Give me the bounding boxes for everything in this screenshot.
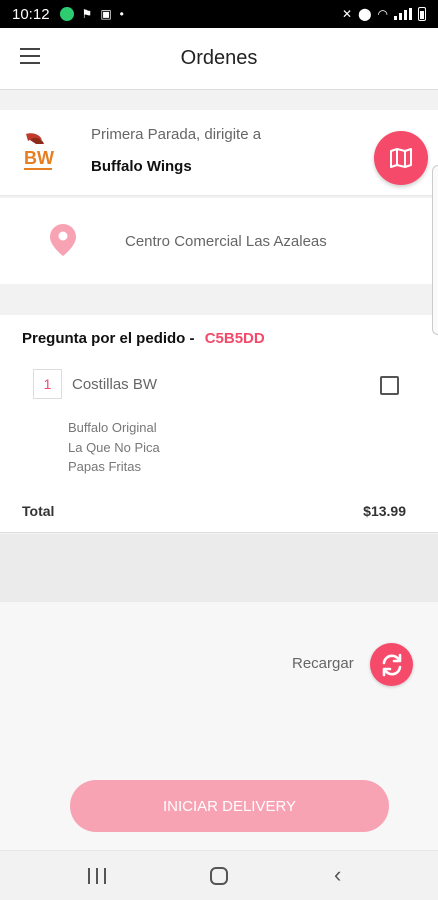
total-label: Total — [22, 503, 55, 519]
notification-icon: ⚑ — [81, 7, 93, 21]
svg-text:BW: BW — [24, 148, 54, 168]
item-modifier: Buffalo Original — [68, 420, 157, 435]
refresh-icon — [382, 653, 401, 676]
home-icon[interactable] — [210, 867, 228, 885]
address-text: Centro Comercial Las Azaleas — [125, 233, 327, 250]
status-time: 10:12 — [12, 5, 50, 23]
order-heading-label: Pregunta por el pedido - — [22, 330, 195, 347]
reload-label: Recargar — [292, 655, 354, 672]
back-icon[interactable]: ‹ — [334, 864, 341, 886]
order-heading: Pregunta por el pedido - C5B5DD — [22, 330, 265, 347]
order-card: Pregunta por el pedido - C5B5DD 1 Costil… — [0, 315, 438, 533]
app-bar: Ordenes — [0, 28, 438, 90]
location-pin-icon — [50, 224, 76, 256]
item-modifier: La Que No Pica — [68, 439, 160, 455]
stop-label: Primera Parada, dirigite a — [91, 126, 262, 143]
spacer-band — [0, 534, 438, 602]
page-title: Ordenes — [180, 47, 258, 69]
address-card: Centro Comercial Las Azaleas — [0, 198, 438, 284]
item-quantity: 1 — [33, 369, 62, 399]
map-button[interactable] — [374, 131, 428, 185]
status-bar: 10:12 ⚑ ▣ • ✕ ⬤ ◠ — [0, 0, 438, 28]
recents-icon[interactable] — [88, 868, 106, 884]
item-name: Costillas BW — [72, 376, 158, 393]
hamburger-menu-icon[interactable] — [20, 48, 40, 64]
location-icon: ⬤ — [358, 7, 372, 21]
image-icon: ▣ — [100, 7, 112, 21]
order-code: C5B5DD — [204, 330, 265, 347]
whatsapp-icon — [59, 7, 74, 21]
map-icon — [390, 148, 412, 168]
mute-icon: ✕ — [342, 7, 353, 21]
battery-icon — [418, 7, 426, 21]
start-delivery-button[interactable]: INICIAR DELIVERY — [70, 780, 389, 832]
side-panel-handle[interactable] — [432, 165, 438, 335]
total-value: $13.99 — [363, 503, 406, 519]
system-nav-bar: ‹ — [0, 850, 438, 900]
more-notifications-icon: • — [119, 7, 124, 21]
wifi-icon: ◠ — [377, 7, 388, 21]
status-icons: ✕ ⬤ ◠ — [342, 0, 426, 28]
item-checkbox[interactable] — [380, 376, 399, 395]
item-modifier: Papas Fritas — [68, 459, 141, 474]
item-modifiers: Buffalo Original La Que No Pica Papas Fr… — [68, 418, 160, 477]
stop-name: Buffalo Wings — [91, 158, 192, 175]
buffalo-wings-logo: BW — [24, 133, 54, 170]
reload-button[interactable] — [370, 643, 413, 686]
signal-icon — [394, 8, 412, 20]
stop-card: BW Primera Parada, dirigite a Buffalo Wi… — [0, 110, 438, 196]
